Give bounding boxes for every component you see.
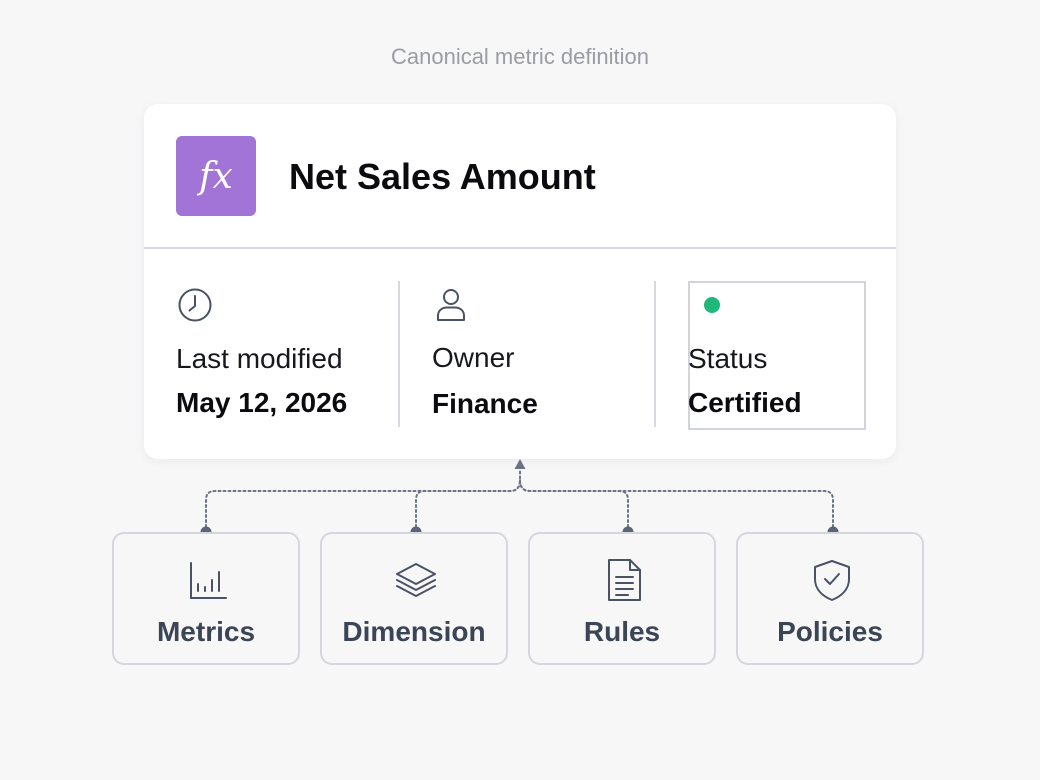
bar-chart-icon [190, 562, 227, 599]
connector-metrics [205, 469, 521, 533]
component-metrics[interactable]: Metrics [112, 532, 300, 665]
document-icon [608, 559, 641, 601]
arrowhead-icon [514, 459, 526, 469]
component-label: Dimension [342, 616, 486, 647]
component-label: Policies [777, 616, 883, 647]
component-rules[interactable]: Rules [528, 532, 716, 665]
connector-dimension [415, 479, 521, 533]
connector-rules [519, 479, 629, 533]
component-label: Metrics [156, 616, 256, 647]
component-label: Rules [583, 616, 661, 647]
component-policies[interactable]: Policies [736, 532, 924, 665]
shield-check-icon [814, 560, 850, 601]
connector-policies [519, 479, 834, 533]
component-dimension[interactable]: Dimension [320, 532, 508, 665]
layers-icon [396, 563, 436, 597]
